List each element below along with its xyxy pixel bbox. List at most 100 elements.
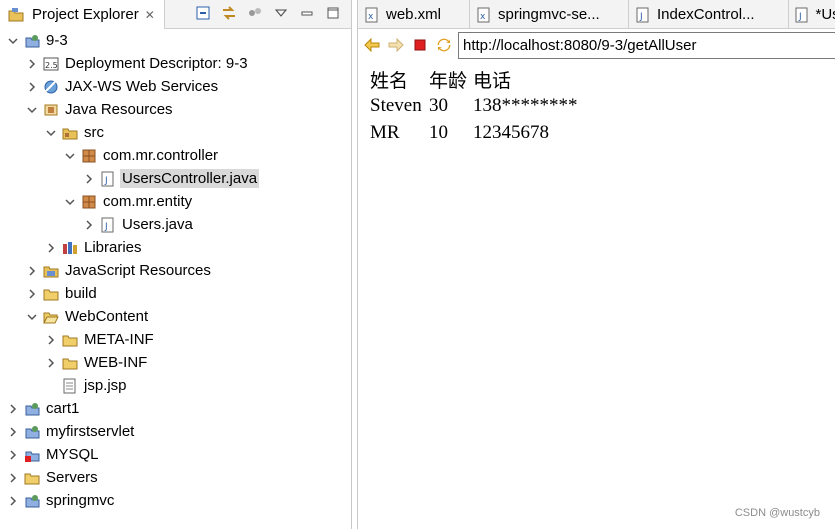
- tree-item-label: springmvc: [46, 492, 115, 509]
- chevron-down-icon[interactable]: [25, 103, 39, 117]
- tree-item[interactable]: cart1: [6, 397, 81, 420]
- source-folder-icon: [62, 125, 78, 141]
- tree-item[interactable]: 9-3: [6, 29, 70, 52]
- chevron-right-icon[interactable]: [6, 448, 20, 462]
- editor-tab-springmvc[interactable]: x springmvc-se...: [470, 0, 629, 28]
- header-age: 年龄: [429, 71, 468, 92]
- header-phone: 电话: [473, 71, 512, 92]
- forward-icon[interactable]: [386, 35, 406, 55]
- tree-item[interactable]: com.mr.entity: [63, 190, 194, 213]
- maximize-icon[interactable]: [325, 5, 341, 21]
- collapse-all-icon[interactable]: [195, 5, 211, 21]
- tree-item[interactable]: build: [25, 282, 99, 305]
- tree-item-label: cart1: [46, 400, 80, 417]
- filter-icon[interactable]: [247, 5, 263, 21]
- tree-item[interactable]: src: [44, 121, 106, 144]
- stop-icon[interactable]: [410, 35, 430, 55]
- refresh-icon[interactable]: [434, 35, 454, 55]
- chevron-right-icon[interactable]: [25, 80, 39, 94]
- package-icon: [81, 194, 97, 210]
- chevron-right-icon[interactable]: [44, 241, 58, 255]
- svg-text:J: J: [104, 176, 108, 186]
- chevron-right-icon[interactable]: [82, 218, 96, 232]
- link-with-editor-icon[interactable]: [221, 5, 237, 21]
- svg-text:J: J: [104, 222, 108, 232]
- chevron-down-icon[interactable]: [63, 195, 77, 209]
- tree-item[interactable]: J UsersController.java: [82, 167, 260, 190]
- deployment-descriptor-icon: 2.5: [43, 56, 59, 72]
- cell-name: Steven: [370, 95, 422, 116]
- tree-item[interactable]: MYSQL: [6, 443, 101, 466]
- tree-item[interactable]: myfirstservlet: [6, 420, 136, 443]
- watermark: CSDN @wustcyb: [734, 507, 820, 519]
- close-icon[interactable]: ✕: [145, 8, 155, 22]
- tree-item[interactable]: WebContent: [25, 305, 150, 328]
- svg-text:x: x: [368, 12, 374, 22]
- tree-item-label: jsp.jsp: [84, 377, 127, 394]
- chevron-right-icon[interactable]: [6, 425, 20, 439]
- chevron-down-icon[interactable]: [63, 149, 77, 163]
- tree-item[interactable]: Libraries: [44, 236, 144, 259]
- tree-item[interactable]: springmvc: [6, 489, 116, 512]
- tree-item[interactable]: J Users.java: [82, 213, 195, 236]
- chevron-right-icon[interactable]: [6, 402, 20, 416]
- chevron-down-icon[interactable]: [25, 310, 39, 324]
- chevron-right-icon[interactable]: [25, 287, 39, 301]
- editor-tabbar: x web.xml x springmvc-se... J IndexContr…: [358, 0, 835, 29]
- tree-item-label: src: [84, 124, 104, 141]
- chevron-right-icon[interactable]: [25, 57, 39, 71]
- view-menu-icon[interactable]: [273, 5, 289, 21]
- chevron-right-icon[interactable]: [44, 333, 58, 347]
- chevron-down-icon[interactable]: [44, 126, 58, 140]
- tree-item-label: UsersController.java: [120, 169, 260, 188]
- tree-item-label: build: [65, 285, 97, 302]
- java-resources-icon: [43, 102, 59, 118]
- tree-item[interactable]: JavaScript Resources: [25, 259, 213, 282]
- editor-tab-label: springmvc-se...: [498, 6, 600, 23]
- project-explorer-title: Project Explorer: [32, 6, 139, 23]
- project-explorer-view: Project Explorer ✕ 9-3 2.5 Deployment De…: [0, 0, 352, 529]
- tree-item[interactable]: jsp.jsp: [44, 374, 129, 397]
- tree-item[interactable]: Java Resources: [25, 98, 175, 121]
- tree-item[interactable]: META-INF: [44, 328, 156, 351]
- tree-item-label: com.mr.entity: [103, 193, 193, 210]
- tree-item[interactable]: 2.5 Deployment Descriptor: 9-3: [25, 52, 250, 75]
- tree-item-label: myfirstservlet: [46, 423, 135, 440]
- xml-file-icon: x: [476, 7, 492, 23]
- project-explorer-tab[interactable]: Project Explorer ✕: [0, 0, 165, 29]
- jsp-file-icon: [62, 378, 78, 394]
- tree-item[interactable]: Servers: [6, 466, 100, 489]
- chevron-right-icon[interactable]: [44, 356, 58, 370]
- folder-icon: [24, 470, 40, 486]
- chevron-right-icon[interactable]: [6, 494, 20, 508]
- svg-text:x: x: [480, 12, 486, 22]
- tree-item-label: JAX-WS Web Services: [65, 78, 219, 95]
- editor-tab-users[interactable]: J *Use: [789, 0, 835, 28]
- tree-item[interactable]: JAX-WS Web Services: [25, 75, 220, 98]
- browser-toolbar: [358, 30, 835, 60]
- chevron-right-icon[interactable]: [25, 264, 39, 278]
- editor-tab-web-xml[interactable]: x web.xml: [358, 0, 470, 28]
- view-tabbar: Project Explorer ✕: [0, 0, 351, 29]
- editor-tab-indexcontroller[interactable]: J IndexControl...: [629, 0, 789, 28]
- editor-tab-label: *Use: [815, 6, 835, 23]
- tree-item-label: WEB-INF: [84, 354, 148, 371]
- url-input[interactable]: [458, 32, 835, 59]
- chevron-down-icon[interactable]: [6, 34, 20, 48]
- tree-item-label: com.mr.controller: [103, 147, 219, 164]
- tree-item[interactable]: com.mr.controller: [63, 144, 220, 167]
- java-file-icon: J: [635, 7, 651, 23]
- cell-name: MR: [370, 122, 400, 143]
- editor-tab-label: web.xml: [386, 6, 442, 23]
- back-icon[interactable]: [362, 35, 382, 55]
- svg-text:2.5: 2.5: [45, 61, 58, 70]
- minimize-icon[interactable]: [299, 5, 315, 21]
- tree-item-label: Servers: [46, 469, 98, 486]
- view-toolbar: [195, 5, 341, 21]
- libraries-icon: [62, 240, 78, 256]
- chevron-right-icon[interactable]: [82, 172, 96, 186]
- svg-text:J: J: [798, 12, 802, 22]
- tree-item-label: Users.java: [122, 216, 193, 233]
- tree-item[interactable]: WEB-INF: [44, 351, 149, 374]
- chevron-right-icon[interactable]: [6, 471, 20, 485]
